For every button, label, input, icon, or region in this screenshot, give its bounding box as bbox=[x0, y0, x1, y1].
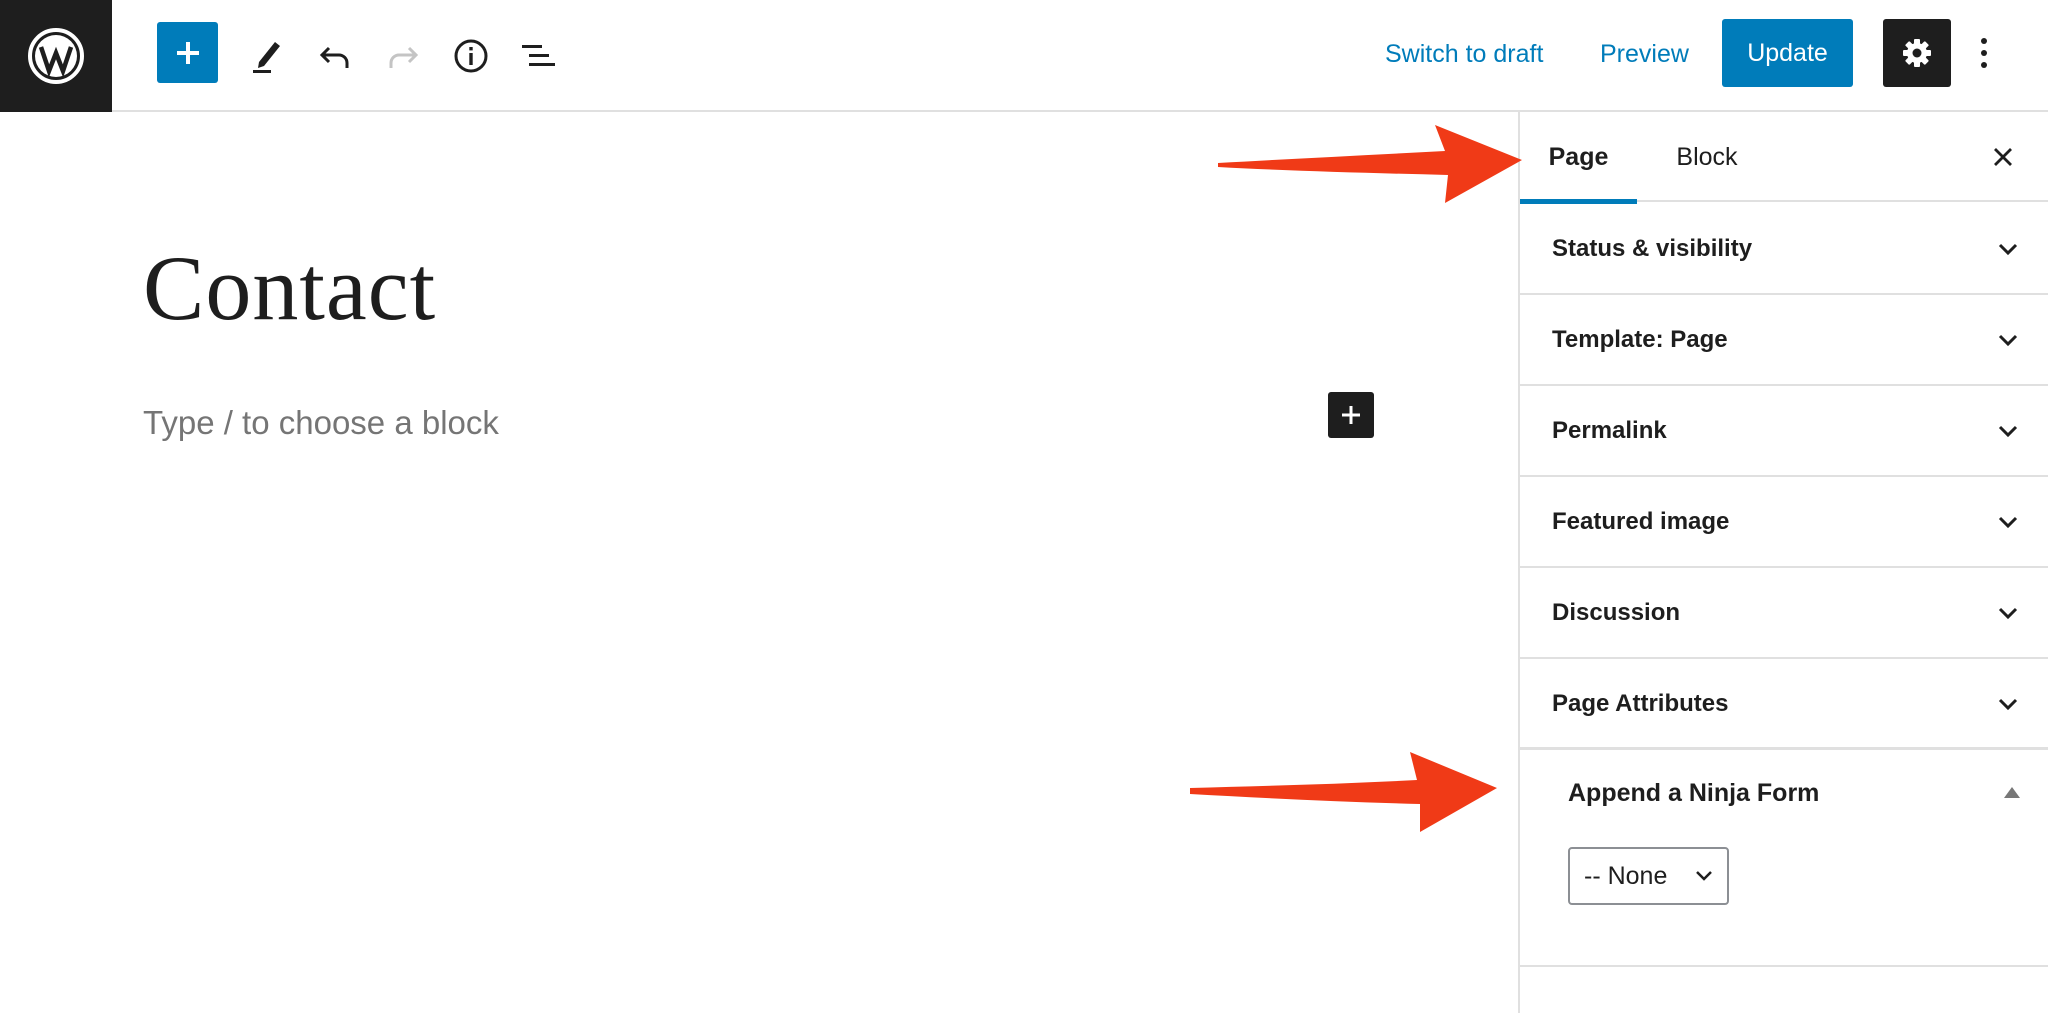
chevron-down-icon bbox=[1994, 417, 2022, 445]
update-button[interactable]: Update bbox=[1722, 19, 1853, 87]
switch-to-draft-button[interactable]: Switch to draft bbox=[1385, 30, 1543, 78]
redo-button[interactable] bbox=[368, 21, 438, 91]
panel-discussion[interactable]: Discussion bbox=[1520, 568, 2048, 659]
details-button[interactable] bbox=[436, 21, 506, 91]
tab-page[interactable]: Page bbox=[1520, 112, 1637, 204]
panel-title: Template: Page bbox=[1552, 325, 1728, 353]
plus-icon bbox=[176, 41, 199, 64]
close-settings-button[interactable] bbox=[1982, 136, 2024, 178]
ninja-form-selected-value: -- None bbox=[1584, 861, 1668, 890]
info-icon bbox=[454, 39, 488, 73]
editor-canvas: Contact Type / to choose a block bbox=[0, 112, 1518, 1013]
undo-icon bbox=[319, 46, 349, 68]
block-placeholder[interactable]: Type / to choose a block bbox=[143, 404, 499, 442]
editor-toolbar: Switch to draft Preview Update bbox=[0, 0, 2048, 112]
vertical-ellipsis-icon bbox=[1981, 38, 1987, 68]
panel-page-attributes[interactable]: Page Attributes bbox=[1520, 659, 2048, 750]
collapse-toggle-icon[interactable] bbox=[2004, 787, 2020, 798]
document-overview-button[interactable] bbox=[504, 21, 574, 91]
plus-icon bbox=[1342, 406, 1360, 424]
settings-sidebar: Page Block Status & visibility Template:… bbox=[1518, 112, 2048, 1013]
gear-icon bbox=[1903, 39, 1931, 67]
panel-title: Featured image bbox=[1552, 507, 1730, 535]
panel-featured-image[interactable]: Featured image bbox=[1520, 477, 2048, 568]
list-view-icon bbox=[522, 45, 555, 66]
panel-template[interactable]: Template: Page bbox=[1520, 295, 2048, 386]
ninja-form-select[interactable]: -- None bbox=[1568, 847, 1729, 905]
preview-button[interactable]: Preview bbox=[1600, 30, 1689, 78]
settings-button[interactable] bbox=[1883, 19, 1951, 87]
pen-icon bbox=[253, 42, 280, 73]
chevron-down-icon bbox=[1696, 871, 1712, 881]
panel-title: Discussion bbox=[1552, 598, 1681, 626]
chevron-down-icon bbox=[1994, 508, 2022, 536]
panel-permalink[interactable]: Permalink bbox=[1520, 386, 2048, 477]
add-block-button[interactable] bbox=[1328, 392, 1374, 438]
panel-status-visibility[interactable]: Status & visibility bbox=[1520, 204, 2048, 295]
panel-title: Permalink bbox=[1552, 416, 1667, 444]
wordpress-logo-icon[interactable] bbox=[0, 0, 112, 112]
annotation-arrow-icon bbox=[1218, 125, 1522, 203]
chevron-down-icon bbox=[1994, 326, 2022, 354]
ninja-form-metabox: Append a Ninja Form -- None bbox=[1520, 747, 2048, 967]
undo-button[interactable] bbox=[300, 21, 370, 91]
tab-block[interactable]: Block bbox=[1651, 112, 1763, 202]
block-inserter-button[interactable] bbox=[157, 22, 218, 83]
chevron-down-icon bbox=[1994, 690, 2022, 718]
panel-title: Status & visibility bbox=[1552, 234, 1753, 262]
tools-button[interactable] bbox=[232, 21, 302, 91]
options-button[interactable] bbox=[1968, 19, 2000, 87]
chevron-down-icon bbox=[1994, 235, 2022, 263]
panel-title: Page Attributes bbox=[1552, 689, 1729, 717]
sidebar-tabs: Page Block bbox=[1520, 112, 2048, 204]
redo-icon bbox=[389, 46, 419, 68]
ninja-form-title: Append a Ninja Form bbox=[1568, 779, 1820, 807]
annotation-arrow-icon bbox=[1190, 752, 1497, 832]
close-icon bbox=[1994, 148, 2012, 166]
chevron-down-icon bbox=[1994, 599, 2022, 627]
page-title[interactable]: Contact bbox=[143, 242, 436, 334]
